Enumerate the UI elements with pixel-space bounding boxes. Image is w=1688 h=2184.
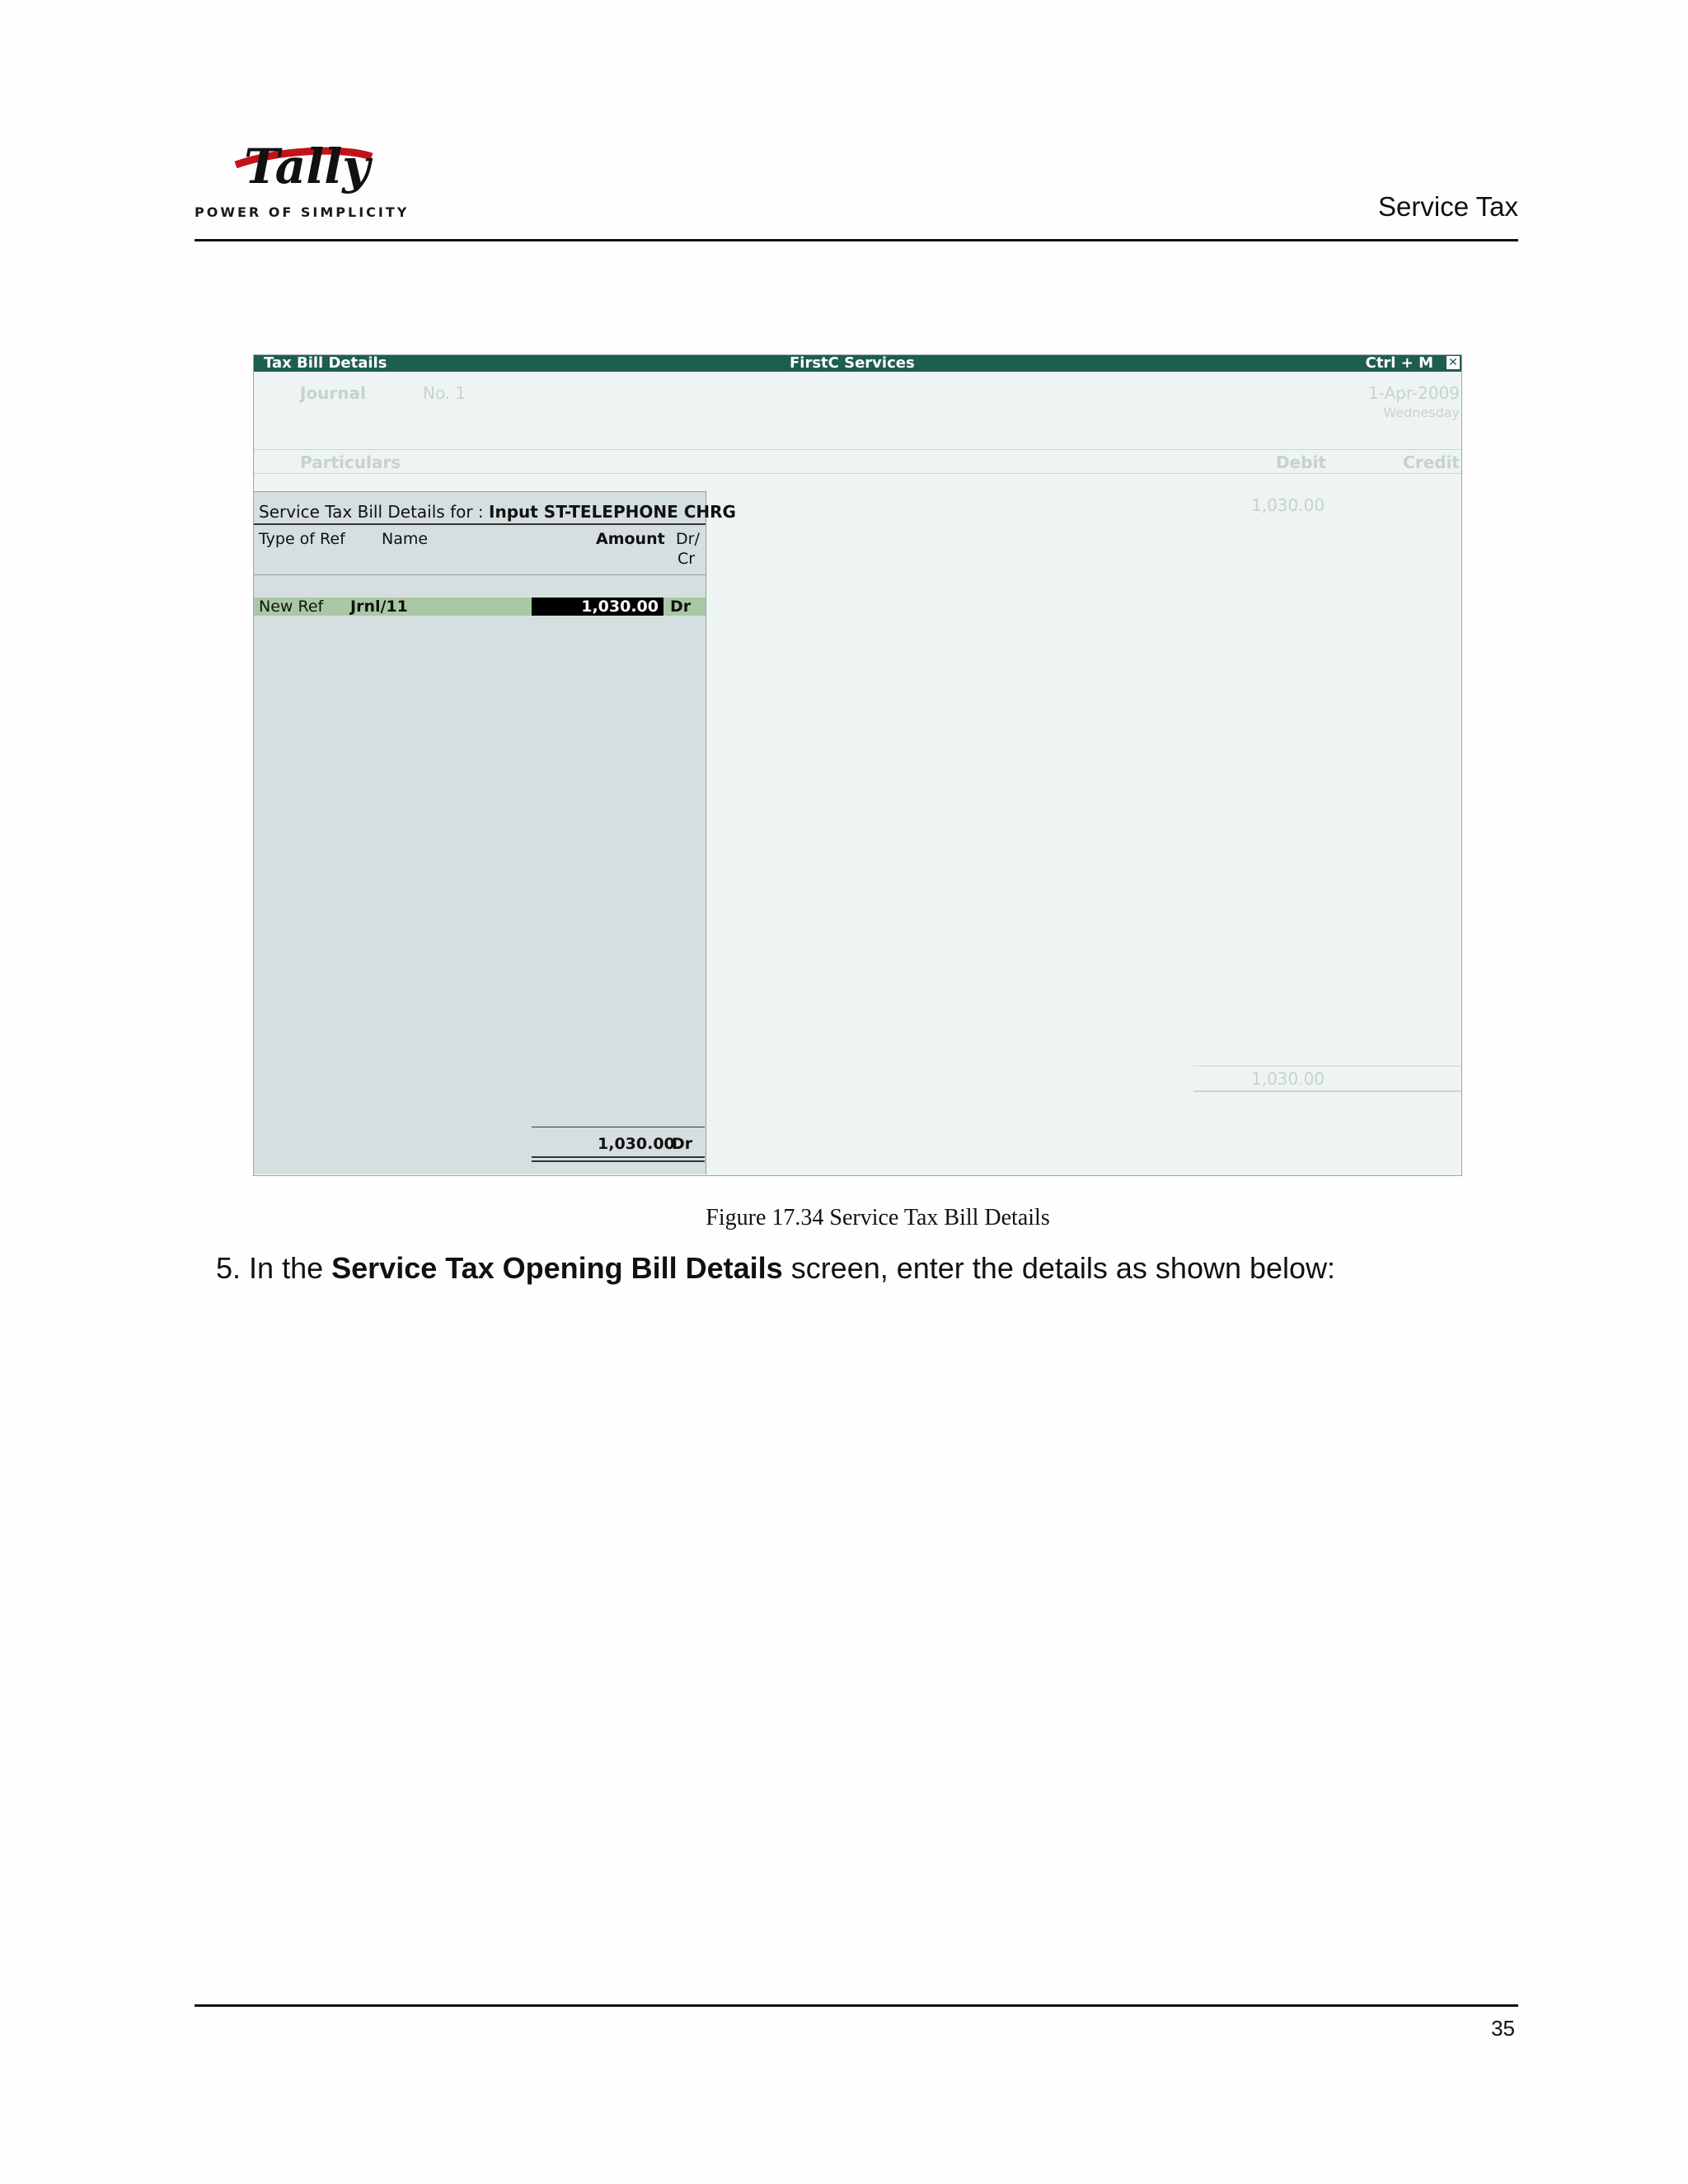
- entry-type: New Ref: [259, 598, 324, 616]
- page-number: 35: [1491, 2016, 1515, 2041]
- col-type-of-ref: Type of Ref: [259, 530, 345, 548]
- logo-tagline: POWER OF SIMPLICITY: [195, 204, 410, 220]
- step-text-bold: Service Tax Opening Bill Details: [331, 1251, 783, 1285]
- footer-divider: [195, 2004, 1518, 2007]
- header-line: [254, 449, 1461, 450]
- col-name: Name: [382, 530, 429, 548]
- entry-amount-field[interactable]: 1,030.00: [532, 598, 663, 616]
- debit-label: Debit: [1276, 452, 1326, 472]
- close-icon[interactable]: ✕: [1447, 356, 1460, 369]
- col-drcr: Dr/: [676, 530, 700, 548]
- company-name: FirstC Services: [790, 354, 915, 372]
- panel-total-amount: 1,030.00: [598, 1135, 675, 1153]
- panel-title-rule: [254, 523, 706, 525]
- section-title: Service Tax: [1378, 191, 1518, 222]
- panel-total-drcr: Dr: [672, 1135, 693, 1153]
- col-drcr-2: Cr: [678, 550, 696, 568]
- bill-entry-row[interactable]: New Ref Jrnl/11 1,030.00 Dr: [254, 598, 706, 616]
- tally-logo: Tally POWER OF SIMPLICITY: [195, 132, 406, 223]
- entry-name: Jrnl/11: [350, 598, 408, 616]
- step-text-pre: In the: [249, 1251, 324, 1285]
- column-header-line: [254, 473, 1461, 474]
- svg-text:Tally: Tally: [244, 138, 373, 194]
- window-titlebar: Tax Bill Details FirstC Services Ctrl + …: [254, 355, 1461, 372]
- panel-ledger-name: Input ST-TELEPHONE CHRG: [489, 502, 736, 522]
- panel-total-rule-bottom: [532, 1156, 705, 1158]
- tally-logo-icon: Tally: [234, 138, 373, 194]
- bill-details-panel: Service Tax Bill Details for : Input ST-…: [254, 491, 736, 1174]
- column-rule: [254, 574, 706, 575]
- panel-title-prefix: Service Tax Bill Details for :: [259, 502, 484, 522]
- figure-caption: Figure 17.34 Service Tax Bill Details: [706, 1205, 1050, 1230]
- panel-total-rule-bottom-2: [532, 1160, 705, 1162]
- step-text-post: screen, enter the details as shown below…: [790, 1251, 1336, 1285]
- step-number: 5.: [216, 1251, 241, 1285]
- credit-label: Credit: [1403, 452, 1460, 472]
- debit-amount: 1,030.00: [1251, 495, 1325, 515]
- panel-title: Service Tax Bill Details for : Input ST-…: [259, 502, 736, 522]
- entry-drcr: Dr: [670, 598, 692, 616]
- window-title: Tax Bill Details: [264, 354, 387, 372]
- step-instruction: 5. In the Service Tax Opening Bill Detai…: [216, 1251, 1335, 1286]
- total-line-bottom: [1193, 1090, 1461, 1092]
- col-amount: Amount: [596, 530, 665, 548]
- header-divider: [195, 239, 1518, 241]
- particulars-label: Particulars: [300, 452, 401, 472]
- voucher-number: No. 1: [423, 383, 467, 403]
- voucher-date: 1-Apr-2009: [1368, 383, 1460, 403]
- voucher-type: Journal: [300, 383, 366, 403]
- tax-bill-details-screen: Tax Bill Details FirstC Services Ctrl + …: [253, 354, 1462, 1176]
- shortcut-label: Ctrl + M: [1365, 354, 1433, 372]
- debit-total: 1,030.00: [1251, 1069, 1325, 1089]
- voucher-day: Wednesday: [1383, 405, 1460, 420]
